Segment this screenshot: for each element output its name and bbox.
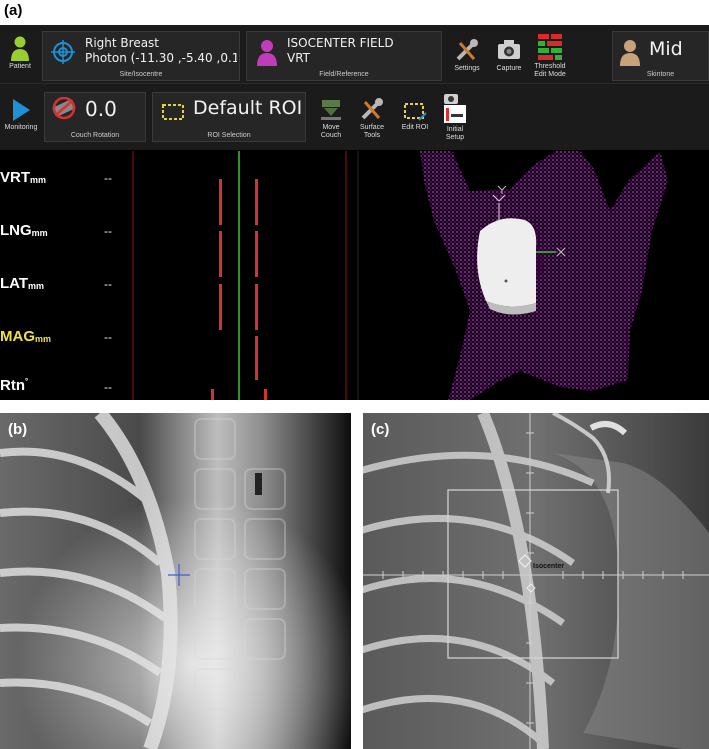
couch-disabled-icon <box>52 97 76 120</box>
second-toolbar: Monitoring 0.0 Couch Rotation Default RO… <box>0 84 709 150</box>
readout-label-mag: MAGmm <box>0 328 52 345</box>
camera-icon <box>498 40 520 59</box>
wrench-screwdriver-icon <box>456 39 478 61</box>
initial-setup-label-1: Initial <box>446 126 464 133</box>
roi-selection-display[interactable]: Default ROI ROI Selection <box>152 92 306 142</box>
capture-button[interactable]: Capture <box>492 37 526 73</box>
skintone-caption: Skintone <box>646 71 675 78</box>
site-caption: Site/Isocentre <box>119 71 163 78</box>
patient-label: Patient <box>9 63 31 70</box>
couch-rotation-display[interactable]: 0.0 Couch Rotation <box>44 92 146 142</box>
lat-bar-right <box>255 284 258 330</box>
edit-roi-label: Edit ROI <box>401 124 429 131</box>
drr-overlay-c: Isocenter (c) <box>363 413 709 749</box>
edit-roi-button[interactable]: Edit ROI <box>398 102 432 132</box>
vrt-bar-right <box>255 179 258 225</box>
monitoring-button[interactable]: Monitoring <box>2 98 40 132</box>
field-reference-selector[interactable]: ISOCENTER FIELD VRT Field/Reference <box>246 31 442 81</box>
skintone-person-icon <box>620 40 640 66</box>
surface-tools-button[interactable]: Surface Tools <box>354 96 390 140</box>
kv-radiograph-b: (b) <box>0 413 351 749</box>
play-icon <box>13 99 30 121</box>
lng-bar-right <box>255 231 258 277</box>
readout-value-mag: -- <box>104 330 112 344</box>
surface-tools-label-2: Tools <box>363 132 381 139</box>
point-cloud <box>420 151 668 400</box>
settings-label: Settings <box>454 65 480 72</box>
readout-value-vrt: -- <box>104 171 112 185</box>
threshold-label-2: Edit Mode <box>534 71 566 78</box>
field-name: ISOCENTER FIELD <box>287 36 394 50</box>
initial-setup-label-2: Setup <box>445 134 465 141</box>
site-name: Right Breast <box>85 36 160 50</box>
threshold-label-1: Threshold <box>534 63 566 70</box>
readout-label-vrt: VRTmm <box>0 169 47 186</box>
field-caption: Field/Reference <box>319 71 369 78</box>
roi-dashed-box-icon <box>162 104 184 120</box>
readout-value-rtn: -- <box>104 380 112 394</box>
vrt-bar-left <box>219 179 222 225</box>
move-couch-button[interactable]: Move Couch <box>313 96 349 140</box>
couch-rotation-caption: Couch Rotation <box>70 132 120 139</box>
readout-value-lng: -- <box>104 224 112 238</box>
site-coordinates: Photon (-11.30 ,-5.40 ,0.13 <box>85 51 237 65</box>
move-couch-label-2: Couch <box>320 132 342 139</box>
patient-icon <box>11 36 29 61</box>
capture-label: Capture <box>496 65 522 72</box>
rtn-bar-right <box>264 389 267 400</box>
threshold-edit-mode-button[interactable]: Threshold Edit Mode <box>530 33 570 79</box>
isocenter-marker-label: Isocenter <box>533 563 565 570</box>
roi-caption: ROI Selection <box>207 132 251 139</box>
rtn-bar-left <box>211 389 214 400</box>
settings-button[interactable]: Settings <box>449 37 485 73</box>
deviation-readouts: VRTmm -- LNGmm -- LATmm -- MAGmm -- Rtn°… <box>0 151 360 400</box>
couch-rotation-value: 0.0 <box>85 97 117 121</box>
readout-label-lng: LNGmm <box>0 222 48 239</box>
site-isocentre-selector[interactable]: Right Breast Photon (-11.30 ,-5.40 ,0.13… <box>42 31 240 81</box>
surface-tools-icon <box>361 98 383 120</box>
monitoring-label: Monitoring <box>4 124 38 131</box>
surface-tools-label-1: Surface <box>359 124 385 131</box>
top-toolbar: Patient Right Breast Photon (-11.30 ,-5.… <box>0 25 709 84</box>
target-icon <box>51 40 75 64</box>
roi-value: Default ROI <box>193 97 303 119</box>
move-couch-label-1: Move <box>322 124 340 131</box>
initial-setup-icon <box>444 94 466 123</box>
threshold-bars-icon <box>538 34 562 60</box>
readout-label-rtn: Rtn° <box>0 377 29 394</box>
panel-label-c: (c) <box>371 421 390 438</box>
lat-bar-left <box>219 284 222 330</box>
field-reference: VRT <box>287 51 311 65</box>
tolerance-bar-graph <box>132 151 359 400</box>
surface-3d-view[interactable] <box>360 151 709 400</box>
move-couch-icon <box>321 100 341 120</box>
lng-bar-left <box>219 231 222 277</box>
edit-roi-icon <box>404 103 427 121</box>
skintone-value: Mid <box>649 38 683 60</box>
readout-value-lat: -- <box>104 277 112 291</box>
readout-label-lat: LATmm <box>0 275 45 292</box>
mag-bar-right <box>255 336 258 380</box>
panel-label-a: (a) <box>4 2 23 19</box>
field-person-icon <box>257 40 277 66</box>
panel-label-b: (b) <box>8 421 28 438</box>
patient-button[interactable]: Patient <box>4 35 36 71</box>
initial-setup-button[interactable]: Initial Setup <box>436 92 474 142</box>
alignrt-screen: Patient Right Breast Photon (-11.30 ,-5.… <box>0 25 709 400</box>
radiograph-image-c <box>363 413 709 749</box>
skintone-selector[interactable]: Mid Skintone <box>612 31 709 81</box>
radiograph-image-b <box>0 413 351 749</box>
